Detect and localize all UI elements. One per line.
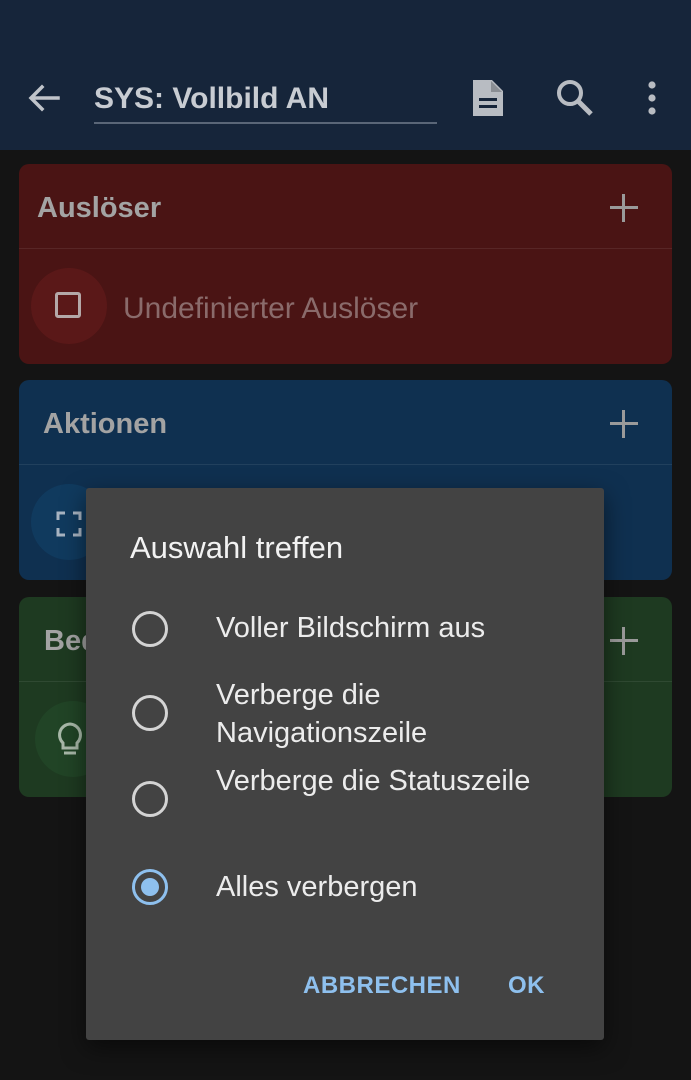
add-trigger-icon[interactable]	[610, 194, 638, 222]
macro-name-field[interactable]: SYS: Vollbild AN	[94, 80, 437, 124]
cancel-button[interactable]: ABBRECHEN	[303, 972, 461, 1000]
back-arrow-icon[interactable]	[24, 78, 64, 118]
trigger-card-title: Auslöser	[37, 192, 162, 224]
trigger-item-label[interactable]: Undefinierter Auslöser	[123, 292, 418, 326]
search-icon[interactable]	[555, 78, 595, 118]
add-condition-icon[interactable]	[610, 627, 638, 655]
dialog-title: Auswahl treffen	[130, 530, 344, 565]
ok-button[interactable]: OK	[508, 972, 545, 1000]
trigger-card: Auslöser Undefinierter Auslöser	[19, 164, 672, 364]
selection-dialog: Auswahl treffen Voller Bildschirm aus Ve…	[86, 488, 604, 1040]
option-label: Verberge die Navigationszeile	[216, 679, 428, 749]
radio-button-selected[interactable]	[132, 869, 168, 905]
app-bar: SYS: Vollbild AN	[0, 0, 691, 150]
radio-button[interactable]	[132, 695, 168, 731]
add-action-icon[interactable]	[610, 410, 638, 438]
lightbulb-icon	[58, 722, 82, 755]
radio-button[interactable]	[132, 781, 168, 817]
option-label: Voller Bildschirm aus	[216, 612, 486, 644]
more-vert-icon[interactable]	[640, 78, 664, 118]
trigger-card-header: Auslöser	[19, 164, 672, 249]
actions-card-header: Aktionen	[19, 380, 672, 465]
option-label: Alles verbergen	[216, 871, 418, 903]
screen: SYS: Vollbild AN Auslöser Undefinierter …	[0, 0, 691, 1080]
option-label: Verberge die Statuszeile	[216, 765, 531, 797]
fullscreen-icon	[56, 511, 82, 537]
actions-card-title: Aktionen	[43, 408, 168, 440]
checkbox-icon	[55, 292, 81, 318]
radio-button[interactable]	[132, 611, 168, 647]
document-icon[interactable]	[470, 78, 506, 118]
